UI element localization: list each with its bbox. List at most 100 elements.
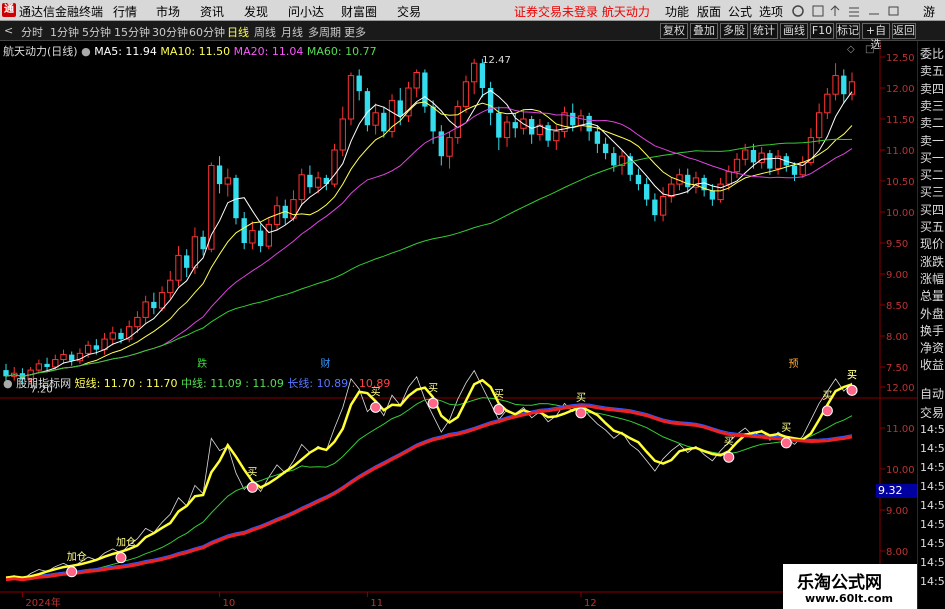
back-arrow-icon[interactable]: < [4, 24, 13, 37]
candle-body [118, 332, 124, 340]
candle-body [44, 363, 50, 367]
candle-body [35, 363, 43, 371]
menu-item-ask[interactable]: 问小达 [288, 3, 324, 20]
candle-body [191, 236, 199, 269]
quote-row-label: 卖二 [920, 116, 945, 131]
window-icons [792, 5, 899, 17]
period-tab-1min[interactable]: 1分钟 [50, 24, 79, 40]
add-signal-label: 加仓 [116, 536, 136, 549]
period-tab-more[interactable]: 更多 [344, 24, 366, 40]
kline-svg[interactable]: 12.477.20跌财预涨 加仓加仓买买买买买买买买买买 12.5012.001… [0, 41, 917, 609]
candle-body [462, 81, 470, 108]
menu-item-quotes[interactable]: 行情 [113, 3, 137, 20]
candle-body [709, 190, 716, 200]
event-marker: 财 [320, 357, 330, 370]
candle-body [265, 223, 273, 247]
y-tick-label-sub: 11.00 [886, 424, 915, 435]
menu-item-layout[interactable]: 版面 [697, 3, 721, 20]
tick-time: 14:56 [920, 461, 945, 474]
candle-body [356, 75, 362, 92]
diamond-icon[interactable]: ◇ [847, 44, 855, 55]
quote-row-label: 买四 [920, 202, 945, 217]
buy-signal-label: 买 [428, 382, 438, 394]
candle-body [652, 199, 658, 216]
candle-body [594, 131, 601, 144]
candle-body [496, 112, 502, 138]
settings-icon[interactable]: ● [81, 45, 91, 58]
long-line [5, 403, 853, 579]
draw-line-button[interactable]: 画线 [780, 23, 808, 39]
period-tab-daily[interactable]: 日线 [227, 24, 249, 40]
quote-row-label: 卖三 [920, 98, 945, 113]
menu-item-discover[interactable]: 发现 [244, 3, 268, 20]
candle-body [224, 177, 231, 185]
menu-item-wealth[interactable]: 财富圈 [341, 3, 377, 20]
y-tick-label-main: 8.50 [886, 301, 908, 312]
stats-button[interactable]: 统计 [750, 23, 778, 39]
signal-dot [575, 407, 587, 419]
menu-item-options[interactable]: 选项 [759, 3, 783, 20]
app-logo-icon: 通 [2, 3, 16, 17]
period-tab-multi[interactable]: 多周期 [308, 24, 341, 40]
buy-signal-label: 买 [822, 390, 832, 402]
add-watchlist-button[interactable]: +自选 [862, 23, 890, 51]
candle-body [553, 130, 560, 142]
candle-body [635, 174, 642, 185]
y-tick-label-main: 10.00 [886, 208, 915, 219]
quote-row-label: 现价 [920, 237, 945, 252]
period-tab-5min[interactable]: 5分钟 [82, 24, 111, 40]
return-button[interactable]: 返回 [892, 23, 916, 39]
auto-trade-label: 交易 [920, 406, 945, 420]
quote-row-label: 卖四 [920, 81, 945, 96]
f10-button[interactable]: F10 [810, 23, 834, 39]
overlay-button[interactable]: 叠加 [690, 23, 718, 39]
period-tab-monthly[interactable]: 月线 [281, 24, 303, 40]
y-tick-label-main: 8.00 [886, 332, 908, 343]
y-tick-label-sub: 9.00 [886, 506, 908, 517]
watermark-title: 乐淘公式网 [797, 573, 882, 593]
y-tick-label-sub: 8.00 [886, 547, 908, 558]
menu-item-trade[interactable]: 交易 [397, 3, 421, 20]
chart-area[interactable]: 12.477.20跌财预涨 加仓加仓买买买买买买买买买买 12.5012.001… [0, 41, 945, 609]
candle-body [93, 345, 100, 350]
candle-body [233, 177, 239, 219]
menu-item-formula[interactable]: 公式 [728, 3, 752, 20]
quote-row-label: 卖一 [920, 133, 945, 148]
menu-item-news[interactable]: 资讯 [200, 3, 224, 20]
x-tick-label: 12 [584, 598, 597, 609]
buy-signal-label: 买 [576, 392, 586, 404]
multi-stock-button[interactable]: 多股 [720, 23, 748, 39]
upload-icon [830, 5, 840, 16]
period-tab-30min[interactable]: 30分钟 [152, 24, 188, 40]
mark-button[interactable]: 标记 [836, 23, 860, 39]
period-tab-60min[interactable]: 60分钟 [189, 24, 225, 40]
maximize-icon [888, 6, 899, 16]
period-tab-timeshare[interactable]: 分时 [21, 24, 43, 40]
menu-bar: 通 通达信金融终端 行情 市场 资讯 发现 问小达 财富圈 交易 证券交易未登录… [0, 0, 945, 36]
candle-body [413, 72, 420, 89]
y-tick-label-main: 12.00 [886, 84, 915, 95]
candle-body [307, 174, 313, 188]
period-tab-weekly[interactable]: 周线 [254, 24, 276, 40]
ma60-label: MA60: 10.77 [306, 45, 377, 58]
adjust-button[interactable]: 复权 [660, 23, 688, 39]
collapse-icon[interactable]: □ [865, 44, 874, 55]
short-line-label: 短线: 11.70 [74, 377, 136, 390]
candle-body [570, 112, 576, 126]
menu-item-market[interactable]: 市场 [156, 3, 180, 20]
candle-body [717, 183, 724, 201]
candle-body [479, 63, 486, 88]
sub-settings-icon[interactable]: ● [3, 377, 13, 390]
candle-body [611, 153, 617, 166]
y-tick-label-main: 9.00 [886, 270, 908, 281]
candle-body [430, 106, 436, 132]
candle-body [841, 75, 847, 95]
quote-row-label: 买二 [920, 168, 945, 183]
buy-signal-label: 买 [247, 466, 257, 478]
sub-chart-title: 股朋指标网 [16, 377, 72, 390]
candle-body [347, 75, 355, 120]
candle-body [364, 91, 371, 126]
period-tab-15min[interactable]: 15分钟 [114, 24, 150, 40]
short-line-value: : 11.70 [138, 377, 178, 390]
menu-item-function[interactable]: 功能 [665, 3, 689, 20]
